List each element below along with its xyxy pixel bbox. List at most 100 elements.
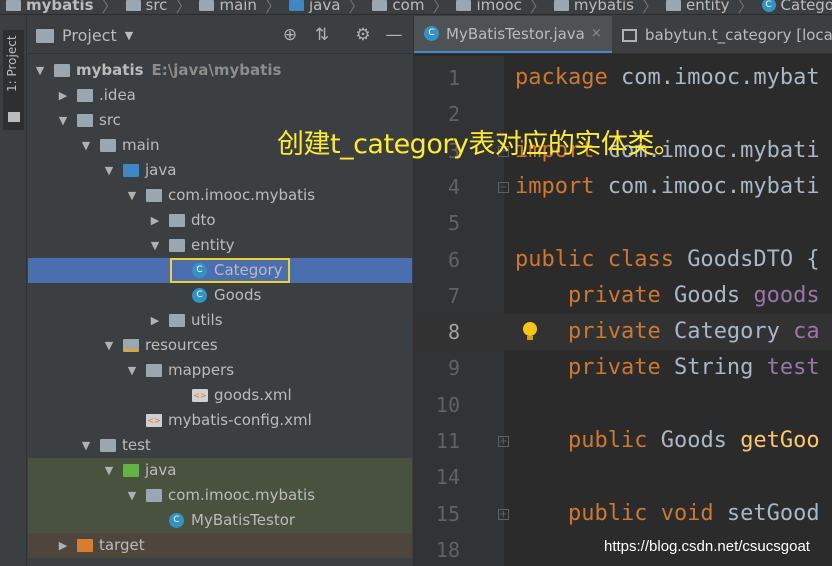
- tree-node[interactable]: ▶ target: [28, 533, 412, 558]
- folder-icon: [77, 89, 93, 102]
- close-icon[interactable]: ×: [591, 26, 602, 41]
- breadcrumb-separator-icon: 〉: [348, 0, 365, 15]
- line-number: 10: [435, 392, 460, 417]
- tree-node-label: MyBatisTestor: [191, 508, 295, 533]
- breadcrumb-item[interactable]: java 〉: [288, 0, 372, 15]
- line-number: 11: [435, 429, 460, 453]
- tree-node[interactable]: ▼ com.imooc.mybatis: [28, 483, 412, 508]
- locate-target-icon[interactable]: ⊕: [280, 25, 300, 45]
- tree-node[interactable]: ▼ test: [28, 433, 412, 458]
- breadcrumb-separator-icon: 〉: [101, 0, 118, 15]
- expand-arrow-icon[interactable]: ▼: [103, 458, 115, 483]
- tree-node[interactable]: C MyBatisTestor: [28, 508, 412, 533]
- tree-node[interactable]: ▼ entity: [28, 233, 412, 258]
- editor-tab[interactable]: C MyBatisTestor.java ×: [414, 16, 612, 53]
- tree-node-label: dto: [191, 208, 216, 233]
- code-text: public Goods getGoo: [515, 423, 820, 459]
- collapse-arrow-icon[interactable]: ▶: [57, 83, 69, 108]
- expand-arrow-icon[interactable]: ▼: [80, 433, 92, 458]
- expand-arrow-icon[interactable]: ▼: [126, 183, 138, 208]
- code-token: getGoo: [740, 428, 820, 453]
- code-text: package com.imooc.mybat: [515, 60, 820, 96]
- tree-node[interactable]: ▼ java: [28, 158, 412, 183]
- code-token: private: [515, 319, 674, 345]
- line-number: 14: [435, 465, 460, 490]
- expand-arrow-icon[interactable]: ▼: [57, 108, 69, 133]
- tree-node-label: mybatis-config.xml: [168, 408, 312, 433]
- breadcrumb-item[interactable]: entity 〉: [665, 0, 762, 14]
- project-view-selector[interactable]: Project ▼: [36, 26, 133, 45]
- tree-node[interactable]: <> mybatis-config.xml: [28, 408, 412, 433]
- tree-node[interactable]: ▶ .idea: [28, 83, 412, 108]
- tree-node[interactable]: ▼ resources: [28, 333, 412, 358]
- editor-tab[interactable]: babytun.t_category [local: [612, 16, 832, 53]
- breadcrumb-item[interactable]: mybatis 〉: [6, 0, 126, 15]
- tree-node-label: target: [99, 533, 145, 558]
- fold-expand-icon[interactable]: +: [498, 436, 509, 447]
- tree-node[interactable]: ▼ mappers: [28, 358, 412, 383]
- expand-arrow-icon[interactable]: ▼: [149, 233, 161, 258]
- folder-icon: [100, 139, 116, 152]
- project-panel: Project ▼ ⊕ ⇅ ⚙ — ▼ mybatis E:\java\mybati…: [28, 16, 412, 566]
- gear-icon[interactable]: ⚙: [353, 25, 373, 45]
- code-token: private: [515, 355, 674, 381]
- breadcrumb-item[interactable]: imooc 〉: [456, 0, 553, 14]
- expand-arrow-icon[interactable]: ▼: [126, 483, 138, 508]
- tree-node-name: .idea: [99, 86, 136, 104]
- resources-folder-icon: [123, 339, 139, 352]
- breadcrumb-item[interactable]: com 〉: [372, 0, 456, 15]
- collapse-arrow-icon[interactable]: ▶: [149, 308, 161, 333]
- excluded-folder-icon: [77, 539, 93, 552]
- project-tool-window-label: 1: Project: [5, 35, 19, 92]
- code-token: Category: [673, 319, 794, 345]
- collapse-all-icon[interactable]: ⇅: [312, 25, 332, 45]
- breadcrumb-label: mybatis: [26, 0, 94, 14]
- tree-node[interactable]: ▼ java: [28, 458, 412, 483]
- collapse-arrow-icon[interactable]: ▶: [149, 208, 161, 233]
- expand-arrow-icon[interactable]: ▼: [126, 358, 138, 383]
- fold-collapse-icon[interactable]: −: [498, 181, 509, 193]
- breadcrumb-item[interactable]: C Category: [761, 0, 832, 14]
- code-line: 15 + public void setGood: [414, 496, 832, 532]
- tree-node-name: java: [145, 161, 177, 179]
- tree-node[interactable]: C Goods: [28, 283, 412, 308]
- tree-node[interactable]: <> goods.xml: [28, 383, 412, 408]
- expand-arrow-icon[interactable]: ▼: [80, 133, 92, 158]
- breadcrumb-label: mybatis: [573, 0, 634, 14]
- tree-node-name: com.imooc.mybatis: [168, 186, 316, 204]
- expand-arrow-icon[interactable]: ▼: [34, 58, 46, 83]
- tree-node[interactable]: ▶ dto: [28, 208, 412, 233]
- code-token: setGood: [726, 500, 820, 526]
- breadcrumb-item[interactable]: main 〉: [199, 0, 289, 14]
- tree-node-label: Goods: [214, 283, 261, 308]
- editor-tab-label: MyBatisTestor.java: [446, 24, 585, 43]
- tree-node[interactable]: ▶ utils: [28, 308, 412, 333]
- tree-node-name: entity: [191, 236, 235, 254]
- tree-node[interactable]: C Category: [28, 258, 412, 283]
- code-line: 11 + public Goods getGoo: [414, 423, 832, 459]
- collapse-arrow-icon[interactable]: ▶: [57, 533, 69, 558]
- tree-node-label: java: [145, 458, 176, 483]
- breadcrumb-item[interactable]: mybatis 〉: [553, 0, 666, 14]
- tree-node[interactable]: ▼ mybatis E:\java\mybatis: [28, 58, 412, 83]
- code-token: Goods: [673, 282, 754, 308]
- project-tool-window-tab[interactable]: 1: Project: [3, 30, 24, 130]
- package-icon: [146, 489, 162, 502]
- fold-expand-icon[interactable]: +: [498, 508, 509, 520]
- breadcrumb-label: src: [145, 0, 168, 14]
- hide-panel-icon[interactable]: —: [384, 25, 404, 45]
- breadcrumb-separator-icon: 〉: [432, 0, 449, 15]
- tree-node[interactable]: ▼ com.imooc.mybatis: [28, 183, 412, 208]
- expand-arrow-icon[interactable]: ▼: [103, 333, 115, 358]
- breadcrumb-item[interactable]: src 〉: [125, 0, 200, 14]
- class-icon: C: [192, 288, 207, 303]
- code-text: public class GoodsDTO {: [515, 242, 820, 278]
- tree-node-label: main: [122, 133, 159, 158]
- code-token: public class: [515, 246, 688, 272]
- editor-tab-label: babytun.t_category [local: [645, 26, 832, 44]
- tree-node-name: mybatis-config.xml: [168, 411, 312, 429]
- tree-node-path-hint: E:\java\mybatis: [151, 61, 282, 79]
- line-number: 6: [447, 247, 460, 272]
- code-line: 4 − import com.imooc.mybati: [414, 169, 832, 205]
- expand-arrow-icon[interactable]: ▼: [103, 158, 115, 183]
